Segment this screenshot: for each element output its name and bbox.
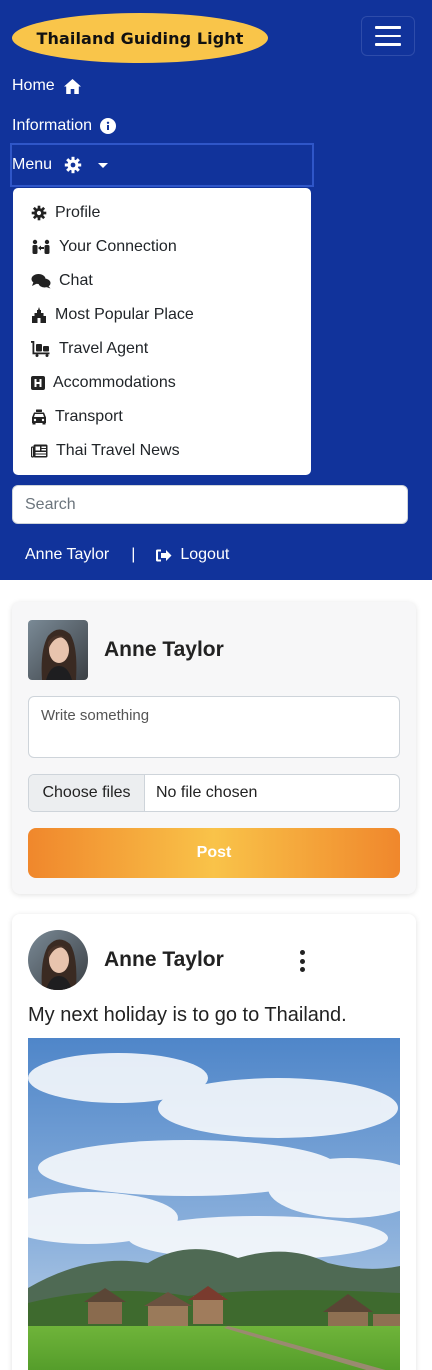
file-status-text: No file chosen <box>156 784 258 801</box>
post-image <box>28 1038 400 1370</box>
post-composer-card: Anne Taylor Choose files No file chosen … <box>12 602 416 894</box>
info-circle-icon <box>100 118 117 134</box>
logout-label: Logout <box>180 546 230 563</box>
navbar-toggler-button[interactable] <box>361 16 415 56</box>
user-bar: Anne Taylor | Logout <box>25 544 229 566</box>
navbar: Thailand Guiding Light Home Information … <box>0 0 432 580</box>
nav-home-label: Home <box>12 77 55 94</box>
dropdown-item-label: Chat <box>59 272 93 289</box>
dropdown-item-chat[interactable]: Chat <box>13 264 311 298</box>
menu-dropdown: Profile Your Connection Chat Most Popula… <box>13 188 311 475</box>
dropdown-item-label: Accommodations <box>53 374 176 391</box>
nav-menu-label: Menu <box>12 156 53 173</box>
nav-menu-dropdown-toggle[interactable]: Menu <box>10 143 314 187</box>
nav-home-link[interactable]: Home <box>12 75 82 97</box>
search-input[interactable] <box>12 485 408 524</box>
dropdown-item-label: Transport <box>55 408 123 425</box>
newspaper-icon <box>31 444 48 458</box>
luggage-cart-icon <box>31 341 50 357</box>
post-text-input[interactable] <box>28 696 400 758</box>
user-avatar <box>28 620 88 680</box>
home-icon <box>63 78 81 94</box>
dropdown-item-transport[interactable]: Transport <box>13 400 311 434</box>
post-author-name[interactable]: Anne Taylor <box>104 948 224 972</box>
post-button[interactable]: Post <box>28 828 400 878</box>
dropdown-item-label: Thai Travel News <box>56 442 180 459</box>
taxi-icon <box>32 409 46 425</box>
brand-logo[interactable]: Thailand Guiding Light <box>12 13 268 63</box>
logout-icon <box>156 549 172 561</box>
dropdown-item-thai-travel-news[interactable]: Thai Travel News <box>13 434 311 468</box>
hamburger-icon-bar <box>375 43 401 46</box>
dropdown-item-accommodations[interactable]: Accommodations <box>13 366 311 400</box>
dropdown-item-travel-agent[interactable]: Travel Agent <box>13 332 311 366</box>
more-options-icon[interactable] <box>296 950 308 972</box>
logout-link[interactable]: Logout <box>155 546 229 564</box>
choose-files-button[interactable]: Choose files <box>29 775 145 811</box>
nav-information-link[interactable]: Information <box>12 115 117 137</box>
dropdown-item-profile[interactable]: Profile <box>13 196 311 230</box>
dropdown-item-your-connection[interactable]: Your Connection <box>13 230 311 264</box>
user-bar-separator: | <box>131 546 136 563</box>
gear-icon <box>31 205 47 221</box>
post-author-avatar[interactable] <box>28 930 88 990</box>
hamburger-icon-bar <box>375 26 401 29</box>
comments-icon <box>31 274 51 289</box>
dropdown-item-label: Most Popular Place <box>55 306 194 323</box>
hotel-icon <box>31 376 45 390</box>
post-card: Anne Taylor My next holiday is to go to … <box>12 914 416 1370</box>
nav-information-label: Information <box>12 117 93 134</box>
people-arrows-icon <box>32 239 50 254</box>
post-text: My next holiday is to go to Thailand. <box>28 1004 347 1026</box>
composer-user-name: Anne Taylor <box>104 638 224 661</box>
place-icon <box>32 307 46 323</box>
file-input[interactable]: Choose files No file chosen <box>28 774 400 812</box>
caret-down-icon <box>98 162 109 168</box>
hamburger-icon-bar <box>375 34 401 38</box>
current-user-link[interactable]: Anne Taylor <box>25 546 109 564</box>
dropdown-item-label: Travel Agent <box>59 340 149 357</box>
dropdown-item-label: Profile <box>55 204 101 221</box>
dropdown-item-most-popular-place[interactable]: Most Popular Place <box>13 298 311 332</box>
gear-icon <box>64 156 82 174</box>
dropdown-item-label: Your Connection <box>59 238 177 255</box>
